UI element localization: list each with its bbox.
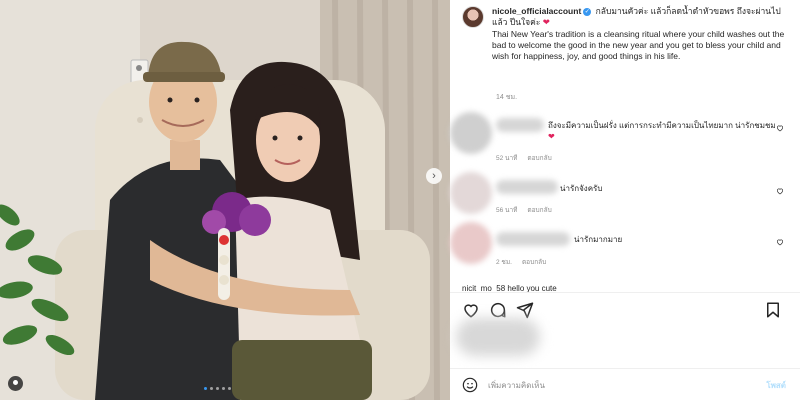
verified-badge-icon: ✓ xyxy=(583,7,592,16)
comment-meta: 56 นาที ตอบกลับ xyxy=(496,205,552,215)
comment-heart-icon[interactable] xyxy=(776,124,784,132)
reply-button[interactable]: ตอบกลับ xyxy=(522,257,546,267)
comment-item: น่ารักมากมาย 2 ชม. ตอบกลับ xyxy=(450,222,800,266)
comment-item: ถึงจะมีความเป็นฝรั่ง แต่การกระทำมีความเป… xyxy=(450,110,800,162)
caption-english-text: Thai New Year's tradition is a cleansing… xyxy=(492,29,785,61)
comment-meta: 52 นาที ตอบกลับ xyxy=(496,153,552,163)
caption-username[interactable]: nicole_officialaccount xyxy=(492,6,581,16)
comment-meta: 2 ชม. ตอบกลับ xyxy=(496,257,546,267)
avatar[interactable] xyxy=(450,172,492,214)
heart-emoji-icon: ❤ xyxy=(548,132,555,141)
reply-button[interactable]: ตอบกลับ xyxy=(527,153,551,163)
caption-body: nicole_officialaccount ✓ กลับมานคัวค่ะ แล… xyxy=(492,6,792,62)
comment-heart-icon[interactable] xyxy=(776,238,784,246)
heart-emoji-icon: ❤ xyxy=(542,17,550,27)
comment-text: น่ารักมากมาย xyxy=(574,235,623,244)
comment-text: ถึงจะมีความเป็นฝรั่ง แต่การกระทำมีความเป… xyxy=(548,121,776,141)
comment-item: น่ารักจังครับ 56 นาที ตอบกลับ xyxy=(450,172,800,215)
post-side-panel: nicole_officialaccount ✓ กลับมานคัวค่ะ แล… xyxy=(450,0,800,400)
comment-time: 56 นาที xyxy=(496,207,518,214)
commenter-name-blurred[interactable] xyxy=(496,232,570,246)
chevron-right-icon: › xyxy=(432,170,436,182)
avatar[interactable] xyxy=(450,222,492,264)
carousel-dot xyxy=(216,387,219,390)
bookmark-icon[interactable] xyxy=(764,301,782,319)
comment-text: น่ารักจังครับ xyxy=(560,184,603,193)
carousel-dots xyxy=(204,387,231,390)
partial-comment: nicit_mo_58 hello you cute xyxy=(462,284,792,292)
carousel-next-button[interactable]: › xyxy=(426,168,442,184)
reply-button[interactable]: ตอบกลับ xyxy=(527,205,551,215)
heart-icon[interactable] xyxy=(462,301,480,319)
avatar[interactable] xyxy=(450,112,492,154)
user-tag-icon[interactable] xyxy=(8,376,23,391)
comment-time: 52 นาที xyxy=(496,155,518,162)
share-icon[interactable] xyxy=(516,301,534,319)
add-comment-bar: โพสต์ xyxy=(450,368,800,400)
partial-comment-text: nicit_mo_58 hello you cute xyxy=(462,284,557,292)
post-comment-button[interactable]: โพสต์ xyxy=(766,379,786,392)
commenter-name-blurred[interactable] xyxy=(496,118,544,132)
commenter-name-blurred[interactable] xyxy=(496,180,558,194)
comment-time: 2 ชม. xyxy=(496,259,512,266)
photo-illustration xyxy=(0,0,450,400)
caption-time: 14 ชม. xyxy=(496,94,518,101)
carousel-dot xyxy=(210,387,213,390)
comment-icon[interactable] xyxy=(489,301,507,319)
comment-heart-icon[interactable] xyxy=(776,187,784,195)
emoji-icon[interactable] xyxy=(462,377,478,393)
carousel-dot xyxy=(228,387,231,390)
carousel-dot xyxy=(222,387,225,390)
likes-count-blurred[interactable] xyxy=(456,318,540,356)
carousel-dot xyxy=(204,387,207,390)
instagram-post-view: › nicole_officialaccount ✓ กลับมานคัวค่ะ … xyxy=(0,0,800,400)
avatar[interactable] xyxy=(462,6,484,28)
post-caption: nicole_officialaccount ✓ กลับมานคัวค่ะ แล… xyxy=(462,6,792,62)
post-photo[interactable]: › xyxy=(0,0,450,400)
comment-input[interactable] xyxy=(488,378,748,392)
